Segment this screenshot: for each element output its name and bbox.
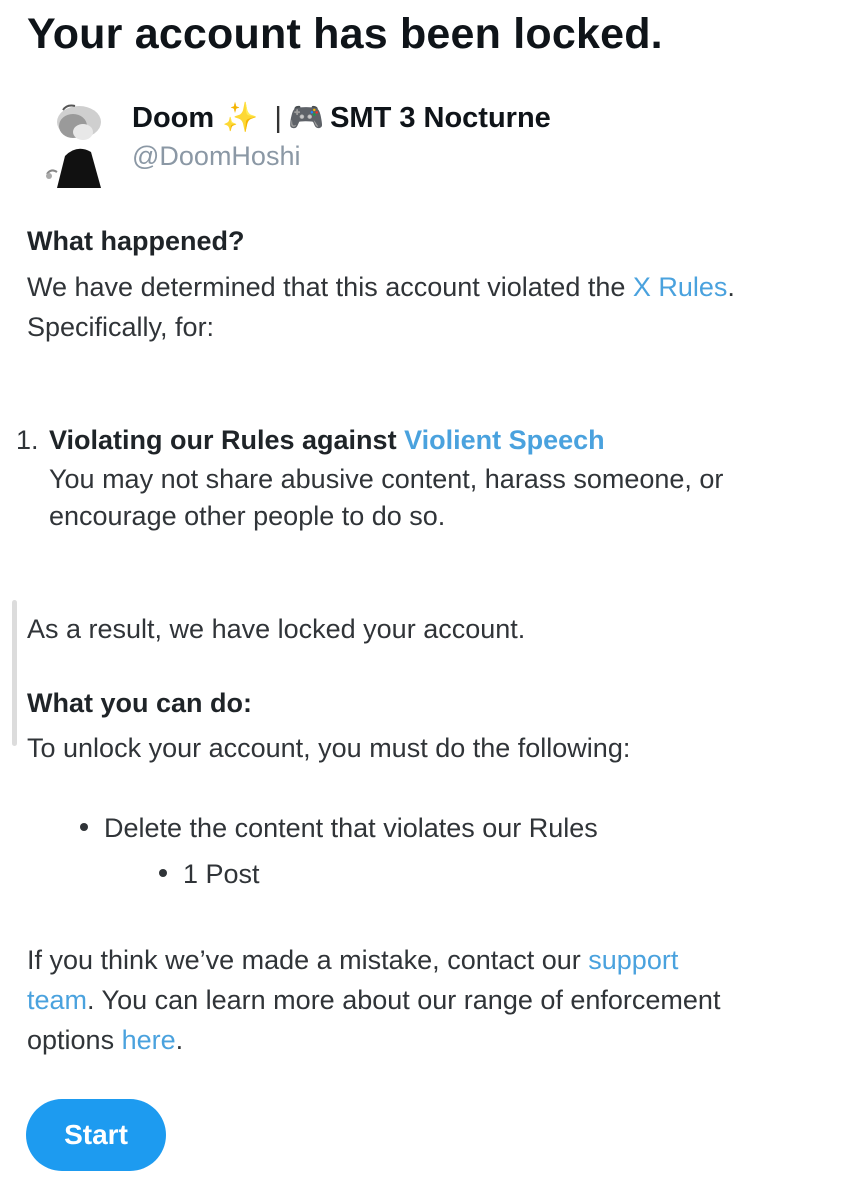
bullet-icon [80, 822, 88, 831]
page-title: Your account has been locked. [27, 10, 663, 58]
support-team-link-cont[interactable]: team [27, 985, 87, 1015]
account-locked-page: Your account has been locked. Doom ✨ | 🎮 S… [0, 0, 855, 1200]
sparkle-icon: ✨ [222, 102, 259, 134]
what-you-can-do-heading: What you can do: [27, 688, 252, 718]
gamepad-icon: 🎮 [287, 102, 325, 134]
scrollbar[interactable] [12, 600, 17, 746]
violation-number: 1. [16, 425, 39, 455]
mistake-text: If you think we’ve made a mistake, conta… [27, 945, 589, 975]
display-name-suffix: SMT 3 Nocturne [330, 102, 551, 134]
options-text: options [27, 1025, 122, 1055]
violation-desc-line2: encourage other people to do so. [49, 501, 446, 531]
final-period: . [175, 1025, 184, 1055]
what-happened-text: We have determined that this account vio… [27, 267, 735, 347]
enforcement-text: . You can learn more about our range of … [87, 985, 721, 1015]
specifically-text: Specifically, for: [27, 312, 215, 342]
unlock-instructions: To unlock your account, you must do the … [27, 733, 631, 763]
start-button[interactable]: Start [26, 1099, 166, 1171]
violation-title: Violating our Rules against Violient Spe… [49, 425, 605, 456]
violation-description: You may not share abusive content, haras… [49, 461, 723, 535]
avatar-image [27, 96, 119, 188]
result-text: As a result, we have locked your account… [27, 614, 526, 644]
sub-action-text: 1 Post [183, 859, 260, 889]
display-name: Doom ✨ | 🎮 SMT 3 Nocturne [132, 101, 551, 135]
avatar [27, 96, 119, 188]
violent-speech-link[interactable]: Violient Speech [404, 425, 605, 455]
here-link[interactable]: here [122, 1025, 176, 1055]
name-separator: | [274, 102, 282, 134]
x-rules-link[interactable]: X Rules [633, 272, 728, 302]
action-list-item: Delete the content that violates our Rul… [80, 813, 598, 844]
action-text: Delete the content that violates our Rul… [104, 813, 598, 843]
display-name-text: Doom [132, 102, 215, 134]
bullet-icon [159, 868, 167, 877]
violation-desc-line1: You may not share abusive content, haras… [49, 464, 724, 494]
sub-action-list-item: 1 Post [159, 859, 260, 890]
violation-title-prefix: Violating our Rules against [49, 425, 405, 455]
violation-statement: We have determined that this account vio… [27, 272, 633, 302]
what-happened-heading: What happened? [27, 226, 245, 256]
account-handle: @DoomHoshi [132, 141, 301, 171]
period: . [727, 272, 735, 302]
support-text: If you think we’ve made a mistake, conta… [27, 940, 720, 1060]
support-team-link[interactable]: support [588, 945, 678, 975]
